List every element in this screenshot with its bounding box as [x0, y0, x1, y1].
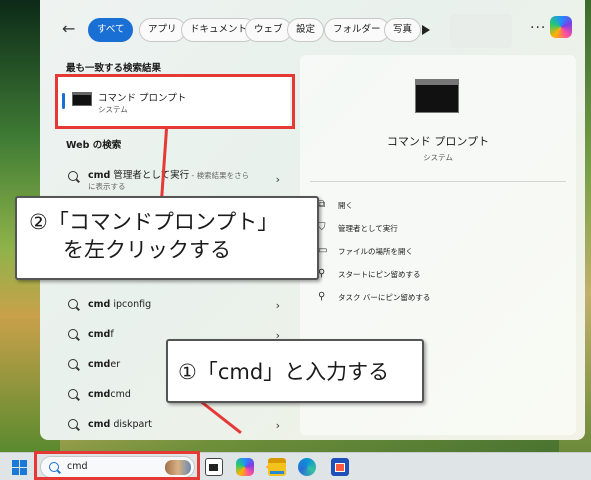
start-icon[interactable]	[12, 460, 27, 475]
arrow-left-icon[interactable]: ←	[62, 20, 80, 38]
task-view-icon[interactable]	[205, 458, 223, 476]
chevron-right-icon: ›	[275, 299, 280, 312]
action-open[interactable]: ⧉ 開く	[318, 199, 558, 215]
action-open-file-location[interactable]: ▭ ファイルの場所を開く	[318, 245, 558, 261]
taskbar: cmd	[0, 452, 591, 480]
pin-icon: ⚲	[318, 268, 326, 279]
annotation-step2-line1: ②「コマンドプロンプト」	[29, 210, 279, 234]
web-result-text: cmdcmd	[88, 389, 131, 400]
web-result-hint: に表示する	[88, 182, 126, 191]
pin-icon: ⚲	[318, 291, 326, 302]
account-area	[450, 14, 512, 48]
web-result-ipconfig[interactable]: cmd ipconfig ›	[58, 295, 290, 317]
command-prompt-icon	[415, 79, 459, 113]
web-result-text: cmdf	[88, 329, 114, 340]
more-icon[interactable]: ···	[530, 20, 546, 36]
search-icon	[68, 419, 78, 429]
action-label: 管理者として実行	[338, 224, 398, 233]
taskbar-search[interactable]: cmd	[40, 456, 195, 478]
copilot-icon[interactable]	[550, 16, 572, 38]
open-icon: ⧉	[318, 199, 326, 210]
search-icon	[49, 462, 59, 472]
chip-folders[interactable]: フォルダー	[324, 18, 390, 42]
best-match-heading: 最も一致する検索結果	[66, 63, 162, 74]
best-match-result[interactable]: コマンド プロンプト システム	[58, 76, 290, 126]
search-icon	[68, 329, 78, 339]
detail-subtitle: システム	[423, 153, 453, 162]
search-icon	[68, 171, 78, 181]
best-match-subtitle: システム	[98, 105, 128, 114]
chip-all[interactable]: すべて	[88, 18, 134, 42]
search-icon	[68, 389, 78, 399]
annotation-step1-text: ①「cmd」と入力する	[178, 360, 390, 384]
action-label: ファイルの場所を開く	[338, 247, 413, 256]
web-result-text: cmder	[88, 359, 121, 370]
search-icon	[68, 299, 78, 309]
shield-icon: ⛉	[318, 222, 326, 233]
file-explorer-icon[interactable]	[268, 458, 286, 476]
store-icon[interactable]	[331, 458, 349, 476]
action-pin-to-start[interactable]: ⚲ スタートにピン留めする	[318, 268, 558, 284]
annotation-step2-line2: を左クリックする	[63, 238, 231, 262]
copilot-icon[interactable]	[236, 458, 254, 476]
web-result-text: cmd ipconfig	[88, 299, 152, 310]
command-prompt-icon	[72, 92, 92, 106]
best-match-title: コマンド プロンプト	[98, 93, 187, 104]
edge-icon[interactable]	[298, 458, 316, 476]
divider	[310, 181, 566, 182]
play-icon[interactable]	[422, 25, 430, 35]
chip-web[interactable]: ウェブ	[245, 18, 292, 42]
action-label: スタートにピン留めする	[338, 270, 421, 279]
web-result-text: cmd 管理者として実行 - 検索結果をさら	[88, 170, 250, 181]
folder-icon: ▭	[318, 245, 328, 256]
search-input[interactable]: cmd	[67, 461, 88, 472]
web-result-admin[interactable]: cmd 管理者として実行 - 検索結果をさら に表示する ›	[58, 163, 290, 197]
chip-settings[interactable]: 設定	[287, 18, 325, 42]
selection-accent	[62, 93, 65, 109]
filter-bar: ← すべて アプリ ドキュメント ウェブ 設定 フォルダー 写真 ···	[40, 0, 585, 58]
web-result-text: cmd diskpart	[88, 419, 152, 430]
chip-apps[interactable]: アプリ	[139, 18, 186, 42]
action-label: 開く	[338, 201, 353, 210]
detail-title: コマンド プロンプト	[386, 135, 490, 148]
action-pin-to-taskbar[interactable]: ⚲ タスク バーにピン留めする	[318, 291, 558, 307]
annotation-step2: ②「コマンドプロンプト」 を左クリックする	[15, 196, 319, 280]
action-run-as-admin[interactable]: ⛉ 管理者として実行	[318, 222, 558, 238]
web-result-diskpart[interactable]: cmd diskpart ›	[58, 415, 290, 437]
chevron-right-icon: ›	[275, 419, 280, 432]
search-highlight-image	[165, 460, 191, 475]
chevron-right-icon: ›	[275, 173, 280, 186]
annotation-step1: ①「cmd」と入力する	[166, 339, 424, 403]
chip-photos[interactable]: 写真	[384, 18, 422, 42]
search-icon	[68, 359, 78, 369]
web-search-heading: Web の検索	[66, 140, 122, 151]
action-label: タスク バーにピン留めする	[338, 293, 431, 302]
